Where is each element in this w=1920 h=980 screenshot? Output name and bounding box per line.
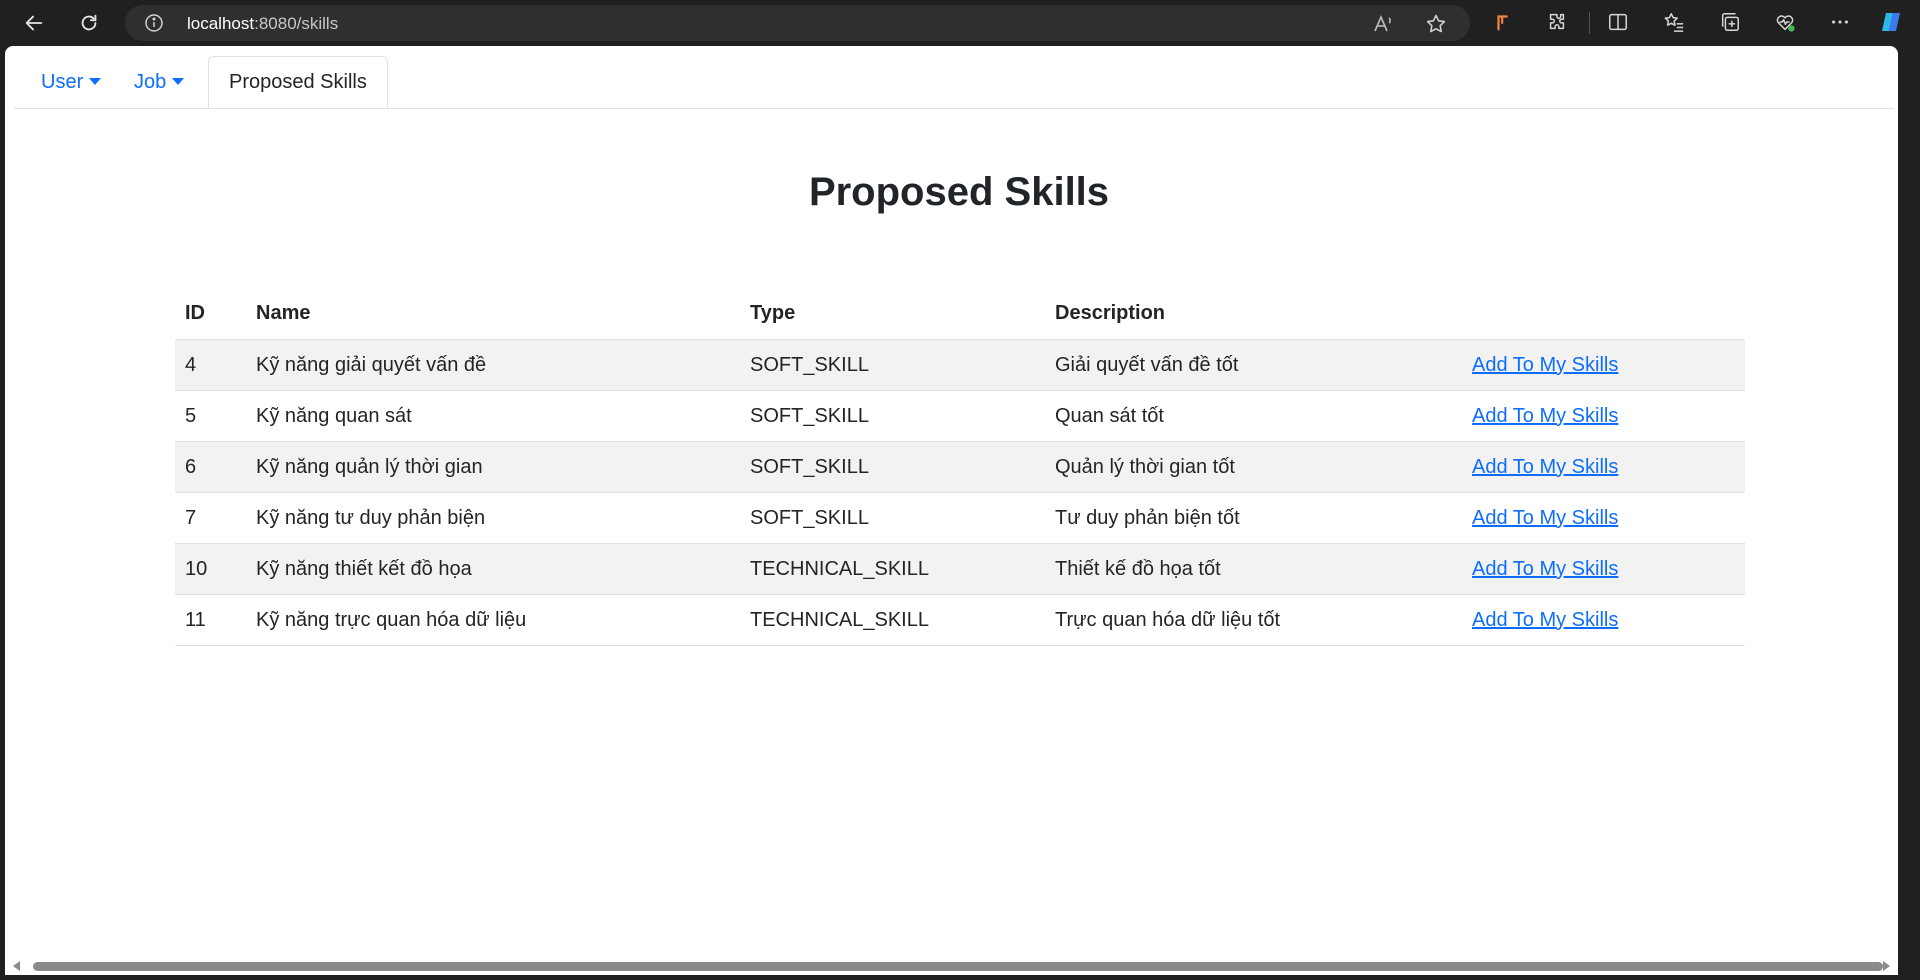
cell-name: Kỹ năng quan sát <box>246 390 740 442</box>
cell-name: Kỹ năng quản lý thời gian <box>246 441 740 493</box>
cell-type: SOFT_SKILL <box>740 339 1045 391</box>
address-bar[interactable]: localhost:8080/skills <box>125 5 1470 41</box>
collections-icon[interactable] <box>1718 10 1742 34</box>
scroll-right-arrow-icon[interactable] <box>1883 961 1890 971</box>
scroll-left-arrow-icon[interactable] <box>13 961 20 971</box>
table-header-row: ID Name Type Description <box>175 288 1745 340</box>
cell-action: Add To My Skills <box>1462 492 1745 544</box>
cell-id: 10 <box>175 543 246 595</box>
cell-action: Add To My Skills <box>1462 339 1745 391</box>
caret-down-icon <box>172 78 185 85</box>
add-to-my-skills-link[interactable]: Add To My Skills <box>1472 609 1618 631</box>
cell-action: Add To My Skills <box>1462 441 1745 493</box>
browser-toolbar: localhost:8080/skills <box>0 0 1920 46</box>
url-text[interactable]: localhost:8080/skills <box>187 14 338 34</box>
back-button[interactable] <box>17 6 51 40</box>
table-row: 10 Kỹ năng thiết kết đồ họa TECHNICAL_SK… <box>175 543 1745 595</box>
cell-action: Add To My Skills <box>1462 390 1745 442</box>
cell-description: Thiết kế đồ họa tốt <box>1045 543 1462 595</box>
cell-id: 4 <box>175 339 246 391</box>
add-to-my-skills-link[interactable]: Add To My Skills <box>1472 354 1618 376</box>
header-description: Description <box>1045 288 1462 340</box>
favorite-star-icon[interactable] <box>1425 13 1447 35</box>
split-screen-icon[interactable] <box>1606 10 1630 34</box>
scrollbar-thumb[interactable] <box>33 962 1883 971</box>
header-type: Type <box>740 288 1045 340</box>
cell-id: 11 <box>175 594 246 646</box>
back-arrow-icon <box>25 15 43 31</box>
cell-name: Kỹ năng giải quyết vấn đề <box>246 339 740 391</box>
tab-proposed-skills-label: Proposed Skills <box>229 71 367 93</box>
browser-essentials-icon[interactable] <box>1773 10 1797 34</box>
cell-action: Add To My Skills <box>1462 594 1745 646</box>
table-row: 4 Kỹ năng giải quyết vấn đề SOFT_SKILL G… <box>175 339 1745 391</box>
skills-table: ID Name Type Description 4 Kỹ năng giải … <box>175 288 1745 646</box>
header-id: ID <box>175 288 246 340</box>
nav-tabs: User Job Proposed Skills <box>14 46 1894 109</box>
cell-description: Tư duy phản biện tốt <box>1045 492 1462 544</box>
cell-id: 6 <box>175 441 246 493</box>
more-icon[interactable] <box>1828 10 1852 34</box>
table-row: 11 Kỹ năng trực quan hóa dữ liệu TECHNIC… <box>175 594 1745 646</box>
toolbar-divider <box>1589 12 1590 34</box>
add-to-my-skills-link[interactable]: Add To My Skills <box>1472 507 1618 529</box>
read-aloud-icon[interactable] <box>1372 13 1394 35</box>
add-to-my-skills-link[interactable]: Add To My Skills <box>1472 456 1618 478</box>
caret-down-icon <box>89 78 102 85</box>
cell-description: Giải quyết vấn đề tốt <box>1045 339 1462 391</box>
page-title: Proposed Skills <box>808 170 1110 214</box>
table-row: 7 Kỹ năng tư duy phản biện SOFT_SKILL Tư… <box>175 492 1745 544</box>
tab-user[interactable]: User <box>41 57 102 107</box>
refresh-icon <box>81 14 97 31</box>
cell-id: 7 <box>175 492 246 544</box>
extension-orange-icon[interactable] <box>1492 10 1516 34</box>
cell-type: SOFT_SKILL <box>740 492 1045 544</box>
cell-action: Add To My Skills <box>1462 543 1745 595</box>
url-path: :8080/skills <box>254 14 339 33</box>
add-to-my-skills-link[interactable]: Add To My Skills <box>1472 405 1618 427</box>
cell-description: Trực quan hóa dữ liệu tốt <box>1045 594 1462 646</box>
tab-user-label: User <box>41 71 84 93</box>
favorites-icon[interactable] <box>1662 10 1686 34</box>
cell-name: Kỹ năng tư duy phản biện <box>246 492 740 544</box>
table-row: 5 Kỹ năng quan sát SOFT_SKILL Quan sát t… <box>175 390 1745 442</box>
cell-name: Kỹ năng thiết kết đồ họa <box>246 543 740 595</box>
cell-description: Quản lý thời gian tốt <box>1045 441 1462 493</box>
table-row: 6 Kỹ năng quản lý thời gian SOFT_SKILL Q… <box>175 441 1745 493</box>
tab-proposed-skills[interactable]: Proposed Skills <box>208 56 388 108</box>
cell-name: Kỹ năng trực quan hóa dữ liệu <box>246 594 740 646</box>
tab-job-label: Job <box>134 71 167 93</box>
horizontal-scrollbar[interactable] <box>5 957 1898 975</box>
info-icon[interactable] <box>144 13 164 33</box>
cell-type: SOFT_SKILL <box>740 441 1045 493</box>
cell-type: TECHNICAL_SKILL <box>740 543 1045 595</box>
cell-description: Quan sát tốt <box>1045 390 1462 442</box>
extensions-puzzle-icon[interactable] <box>1545 10 1569 34</box>
cell-id: 5 <box>175 390 246 442</box>
cell-type: TECHNICAL_SKILL <box>740 594 1045 646</box>
page-viewport: User Job Proposed Skills Proposed Skills… <box>5 46 1898 975</box>
cell-type: SOFT_SKILL <box>740 390 1045 442</box>
header-action <box>1462 288 1745 340</box>
tab-job[interactable]: Job <box>134 57 185 107</box>
add-to-my-skills-link[interactable]: Add To My Skills <box>1472 558 1618 580</box>
url-host: localhost <box>187 14 255 33</box>
refresh-button[interactable] <box>72 6 106 40</box>
copilot-icon[interactable] <box>1879 10 1903 34</box>
header-name: Name <box>246 288 740 340</box>
